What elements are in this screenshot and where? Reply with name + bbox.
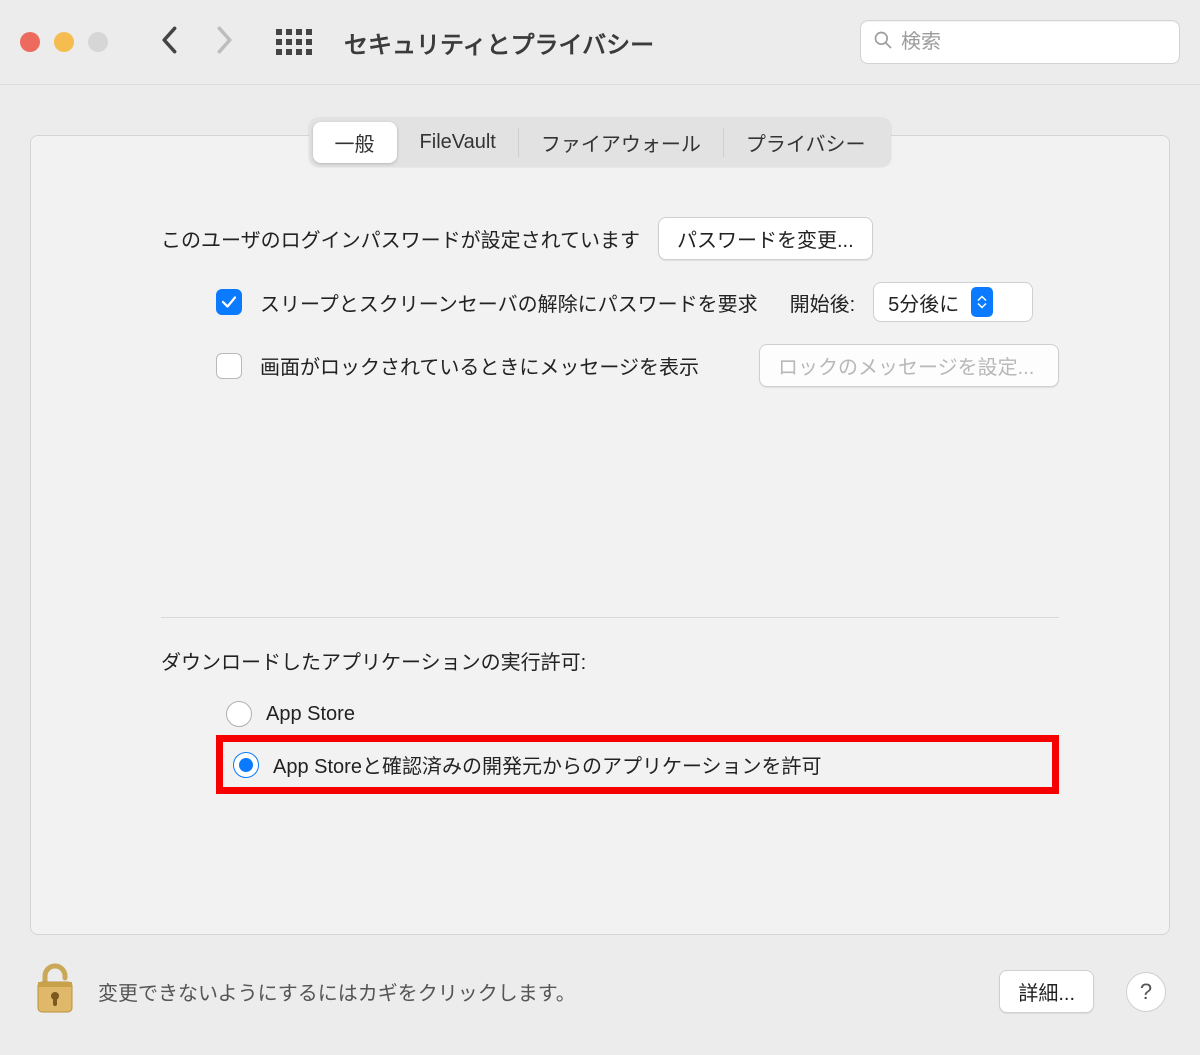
tab-privacy[interactable]: プライバシー xyxy=(724,122,888,163)
tab-label: ファイアウォール xyxy=(541,128,701,157)
advanced-button[interactable]: 詳細... xyxy=(999,970,1094,1013)
tab-bar: 一般 FileVault ファイアウォール プライバシー xyxy=(309,118,892,167)
tab-firewall[interactable]: ファイアウォール xyxy=(519,122,723,163)
tab-label: プライバシー xyxy=(746,128,866,157)
select-value: 5分後に xyxy=(888,288,959,317)
allow-apps-radio-group: App Store App Storeと確認済みの開発元からのアプリケーションを… xyxy=(216,693,1059,794)
check-icon xyxy=(220,293,238,311)
window-controls xyxy=(20,32,108,52)
password-set-text: このユーザのログインパスワードが設定されています xyxy=(161,224,640,253)
general-tab-content: このユーザのログインパスワードが設定されています パスワードを変更... スリー… xyxy=(31,167,1169,794)
allow-apps-title: ダウンロードしたアプリケーションの実行許可: xyxy=(161,646,1059,675)
require-password-checkbox[interactable] xyxy=(216,289,242,315)
footer: 変更できないようにするにはカギをクリックします。 詳細... ? xyxy=(0,944,1200,1055)
divider xyxy=(161,617,1059,618)
lock-hint-text: 変更できないようにするにはカギをクリックします。 xyxy=(98,977,981,1006)
lock-message-checkbox[interactable] xyxy=(216,353,242,379)
show-all-prefs-button[interactable] xyxy=(276,29,312,55)
zoom-window-button[interactable] xyxy=(88,32,108,52)
radio-label: App Storeと確認済みの開発元からのアプリケーションを許可 xyxy=(273,750,822,779)
radio-button[interactable] xyxy=(226,701,252,727)
tab-label: 一般 xyxy=(335,128,375,157)
radio-button[interactable] xyxy=(233,752,259,778)
lock-message-label: 画面がロックされているときにメッセージを表示 xyxy=(260,351,699,380)
back-button[interactable] xyxy=(158,26,182,59)
preferences-pane: 一般 FileVault ファイアウォール プライバシー このユーザのログインパ… xyxy=(30,135,1170,935)
forward-button[interactable] xyxy=(212,26,236,59)
help-button[interactable]: ? xyxy=(1126,972,1166,1012)
stepper-icon xyxy=(971,287,993,317)
search-icon xyxy=(873,30,893,55)
require-password-delay-select[interactable]: 5分後に xyxy=(873,282,1033,322)
window-title: セキュリティとプライバシー xyxy=(344,25,860,60)
require-password-label: スリープとスクリーンセーバの解除にパスワードを要求 xyxy=(260,288,758,317)
allow-apps-option-appstore[interactable]: App Store xyxy=(216,693,1059,735)
close-window-button[interactable] xyxy=(20,32,40,52)
search-input[interactable] xyxy=(901,31,1167,54)
change-password-button[interactable]: パスワードを変更... xyxy=(658,217,873,260)
tab-filevault[interactable]: FileVault xyxy=(398,122,518,163)
lock-icon[interactable] xyxy=(30,960,80,1023)
minimize-window-button[interactable] xyxy=(54,32,74,52)
tab-general[interactable]: 一般 xyxy=(313,122,397,163)
after-label: 開始後: xyxy=(790,288,856,317)
set-lock-message-button[interactable]: ロックのメッセージを設定... xyxy=(759,344,1059,387)
radio-label: App Store xyxy=(266,703,355,726)
search-field[interactable] xyxy=(860,20,1180,64)
allow-apps-option-identified-devs[interactable]: App Storeと確認済みの開発元からのアプリケーションを許可 xyxy=(216,735,1059,794)
tab-label: FileVault xyxy=(420,131,496,154)
nav-arrows xyxy=(158,26,236,59)
toolbar: セキュリティとプライバシー xyxy=(0,0,1200,85)
